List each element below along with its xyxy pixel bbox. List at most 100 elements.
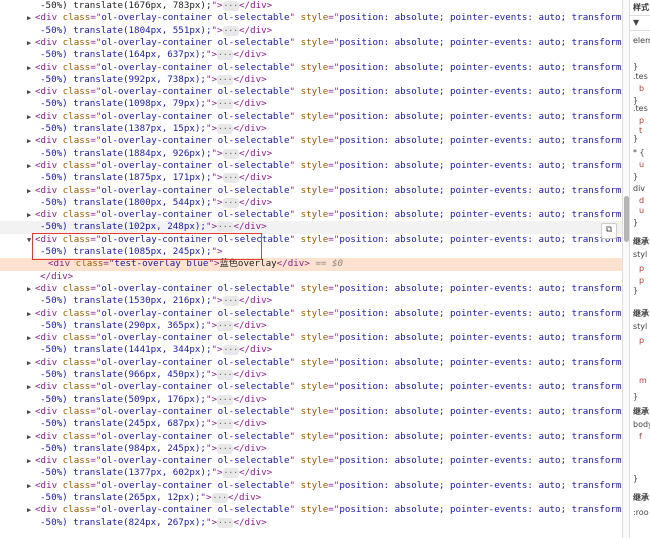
dom-token: " <box>289 135 301 147</box>
dom-token: -50%) translate(966px, 450px); <box>40 369 206 380</box>
collapsed-ellipsis-button[interactable]: ··· <box>217 394 234 405</box>
expand-triangle-icon[interactable]: ▶ <box>27 135 35 147</box>
dom-token: </div> <box>233 221 267 233</box>
expand-triangle-icon[interactable]: ▶ <box>27 504 35 516</box>
dom-token: </div> <box>233 369 267 380</box>
collapsed-ellipsis-button[interactable]: ··· <box>211 493 228 503</box>
dom-node-line[interactable]: ▶ <div class="ol-overlay-container ol-sel… <box>0 283 622 295</box>
collapsed-ellipsis-button[interactable]: ··· <box>222 148 240 159</box>
dom-node-line[interactable]: ▶ <div class="ol-overlay-container ol-sel… <box>0 332 622 344</box>
expand-triangle-icon[interactable]: ▶ <box>27 111 35 123</box>
dom-node-line[interactable]: ▶ <div class="ol-overlay-container ol-sel… <box>0 111 622 123</box>
expand-triangle-icon[interactable]: ▶ <box>27 406 35 418</box>
dom-node-line[interactable]: ▶ <div class="ol-overlay-container ol-sel… <box>0 37 622 49</box>
dom-node-line[interactable]: -50%) translate(966px, 450px);">···</div… <box>0 369 622 381</box>
dom-node-line[interactable]: -50%) translate(245px, 687px);">···</div… <box>0 418 622 430</box>
expand-triangle-icon[interactable]: ▶ <box>27 209 35 221</box>
expand-triangle-icon[interactable]: ▶ <box>27 37 35 49</box>
expand-triangle-icon[interactable]: ▶ <box>27 12 35 24</box>
dom-node-line[interactable]: -50%) translate(984px, 245px);">···</div… <box>0 443 622 455</box>
dom-node-line[interactable]: ▶ <div class="ol-overlay-container ol-sel… <box>0 504 622 516</box>
dom-token: =" <box>328 233 340 245</box>
dom-node-line[interactable]: -50%) translate(1804px, 551px);">···</di… <box>0 25 622 37</box>
dom-node-line[interactable]: ▶ <div class="ol-overlay-container ol-sel… <box>0 381 622 393</box>
copy-icon[interactable]: ⧉ <box>601 223 617 239</box>
expand-triangle-icon[interactable]: ▶ <box>27 357 35 369</box>
expand-triangle-icon[interactable]: ▶ <box>27 86 35 98</box>
filter-icon[interactable]: ▼ <box>633 18 639 27</box>
dom-node-line[interactable]: -50%) translate(1530px, 216px);">···</di… <box>0 295 622 307</box>
dom-token: style <box>300 12 329 24</box>
expand-triangle-icon[interactable]: ▶ <box>27 308 35 320</box>
expand-triangle-icon[interactable]: ▶ <box>27 160 35 172</box>
dom-node-line[interactable]: ▶ <div class="ol-overlay-container ol-sel… <box>0 406 622 418</box>
dom-tree-panel[interactable]: -50%) translate(1676px, 783px);">···</di… <box>0 0 622 538</box>
dom-token: =" <box>328 307 340 319</box>
dom-node-line[interactable]: ▶ <div class="ol-overlay-container ol-sel… <box>0 185 622 197</box>
dom-token: "> <box>205 73 218 85</box>
dom-node-line[interactable]: -50%) translate(102px, 248px);">···</div… <box>0 221 622 234</box>
dom-node-line[interactable]: -50%) translate(992px, 738px);">···</div… <box>0 74 622 86</box>
collapsed-ellipsis-button[interactable]: ··· <box>217 222 234 233</box>
collapsed-ellipsis-button[interactable]: ··· <box>217 320 234 331</box>
collapsed-ellipsis-button[interactable]: ··· <box>217 50 234 61</box>
tab-styles[interactable]: 样式 <box>633 2 649 13</box>
collapsed-ellipsis-button[interactable]: ··· <box>222 173 240 184</box>
collapsed-ellipsis-button[interactable]: ··· <box>217 443 234 454</box>
dom-node-line[interactable]: ▶ <div class="ol-overlay-container ol-sel… <box>0 135 622 147</box>
dom-node-line[interactable]: ▶ <div class="ol-overlay-container ol-sel… <box>0 86 622 98</box>
collapsed-ellipsis-button[interactable]: ··· <box>222 197 240 208</box>
dom-node-line[interactable]: -50%) translate(1884px, 926px);">···</di… <box>0 148 622 160</box>
collapsed-ellipsis-button[interactable]: ··· <box>222 25 240 36</box>
expand-triangle-icon[interactable]: ▶ <box>27 332 35 344</box>
collapsed-ellipsis-button[interactable]: ··· <box>217 517 234 528</box>
dom-node-line[interactable]: ▶ <div class="ol-overlay-container ol-sel… <box>0 160 622 172</box>
dom-token: =" <box>328 209 340 221</box>
collapsed-ellipsis-button[interactable]: ··· <box>222 1 240 11</box>
dom-node-line[interactable]: ▶ <div class="ol-overlay-container ol-sel… <box>0 209 622 221</box>
collapsed-ellipsis-button[interactable]: ··· <box>217 99 234 110</box>
dom-node-selected[interactable]: <div class="test-overlay blue">蓝色overlay… <box>0 258 622 271</box>
dom-token: =" <box>90 455 102 467</box>
collapsed-ellipsis-button[interactable]: ··· <box>222 345 240 356</box>
dom-node-line[interactable]: -50%) translate(1098px, 79px);">···</div… <box>0 98 622 110</box>
expand-triangle-icon[interactable]: ▶ <box>27 185 35 197</box>
dom-token: <div <box>35 209 63 221</box>
dom-node-line[interactable]: ▶ <div class="ol-overlay-container ol-sel… <box>0 308 622 320</box>
expand-triangle-icon[interactable]: ▶ <box>27 283 35 295</box>
collapsed-ellipsis-button[interactable]: ··· <box>217 419 234 430</box>
expand-triangle-icon[interactable]: ▶ <box>27 455 35 467</box>
dom-node-line[interactable]: ▶ <div class="ol-overlay-container ol-sel… <box>0 62 622 74</box>
collapsed-ellipsis-button[interactable]: ··· <box>222 296 240 307</box>
dom-node-line[interactable]: -50%) translate(1377px, 602px);">···</di… <box>0 467 622 479</box>
expand-triangle-icon[interactable]: ▶ <box>27 431 35 443</box>
dom-node-line[interactable]: -50%) translate(164px, 637px);">···</div… <box>0 49 622 61</box>
dom-node-line[interactable]: ▶ <div class="ol-overlay-container ol-sel… <box>0 12 622 24</box>
dom-node-line[interactable]: -50%) translate(290px, 365px);">···</div… <box>0 320 622 332</box>
expand-triangle-icon[interactable]: ▶ <box>27 62 35 74</box>
expand-triangle-icon[interactable]: ▶ <box>27 480 35 492</box>
dom-node-line[interactable]: </div> <box>0 271 622 283</box>
dom-node-line[interactable]: ▶ <div class="ol-overlay-container ol-sel… <box>0 455 622 467</box>
styles-side-panel[interactable]: 样式 ▼ elem}.tesb}.tespt}* {u}divdu}继承styl… <box>629 0 650 538</box>
dom-token: " <box>289 159 301 171</box>
dom-node-line[interactable]: -50%) translate(1800px, 544px);">···</di… <box>0 197 622 209</box>
dom-node-line[interactable]: -50%) translate(1441px, 344px);">···</di… <box>0 344 622 356</box>
dom-node-line[interactable]: ▶ <div class="ol-overlay-container ol-sel… <box>0 431 622 443</box>
dom-token: =" <box>90 356 102 368</box>
dom-node-line[interactable]: -50%) translate(265px, 12px);">···</div> <box>0 492 622 504</box>
collapsed-ellipsis-button[interactable]: ··· <box>222 468 240 479</box>
collapsed-ellipsis-button[interactable]: ··· <box>217 124 234 134</box>
dom-node-line[interactable]: ▶ <div class="ol-overlay-container ol-sel… <box>0 480 622 492</box>
expand-triangle-icon[interactable]: ▶ <box>27 381 35 393</box>
dom-token: position: absolute; pointer-events: auto… <box>339 455 622 467</box>
dom-node-line[interactable]: -50%) translate(1875px, 171px);">···</di… <box>0 172 622 184</box>
dom-node-line[interactable]: -50%) translate(824px, 267px);">···</div… <box>0 517 622 529</box>
collapsed-ellipsis-button[interactable]: ··· <box>217 370 234 380</box>
dom-node-line[interactable]: -50%) translate(1676px, 783px);">···</di… <box>0 0 622 12</box>
dom-node-line[interactable]: -50%) translate(1387px, 15px);">···</div… <box>0 123 622 135</box>
dom-token: ol-overlay-container ol-selectable <box>101 381 290 393</box>
dom-node-line[interactable]: ▶ <div class="ol-overlay-container ol-sel… <box>0 357 622 369</box>
collapsed-ellipsis-button[interactable]: ··· <box>217 74 234 85</box>
dom-node-line[interactable]: -50%) translate(509px, 176px);">···</div… <box>0 394 622 406</box>
